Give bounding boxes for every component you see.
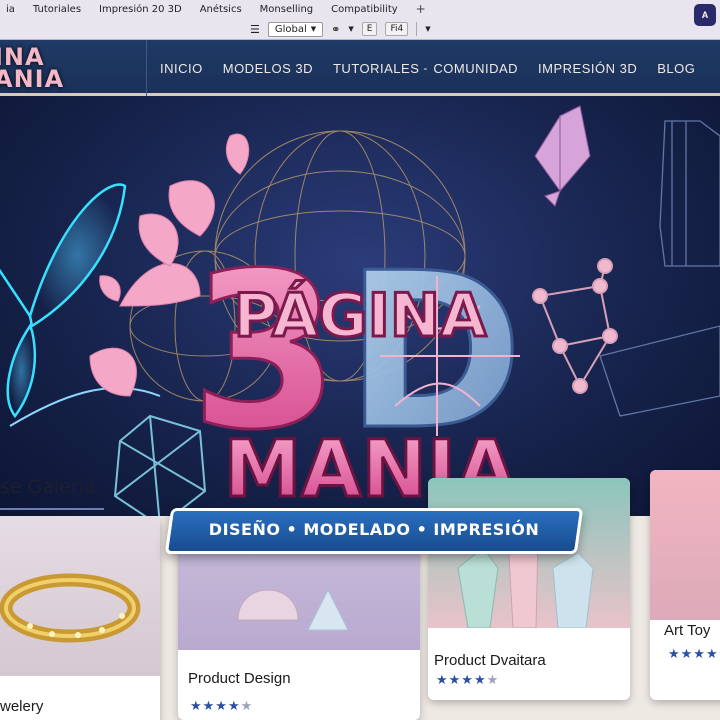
browser-toolbar: ☰ Global ▼ ⚭ ▼ E Fi4 ▼ — [250, 19, 431, 39]
scope-select-value: Global — [274, 23, 307, 35]
rating-stars: ★★★★★ — [668, 646, 720, 661]
site-navbar: INA ANIA INICIO MODELOS 3D TUTORIALES - … — [0, 40, 720, 96]
bookmark-compatibility[interactable]: Compatibility — [331, 4, 398, 15]
gallery-title: se Galeria — [0, 476, 96, 498]
nav-divider — [146, 40, 147, 96]
jewelry-thumbnail — [0, 516, 160, 676]
chevron-down-icon[interactable]: ▼ — [425, 25, 430, 33]
bookmark-impresion[interactable]: Impresión 20 3D — [99, 4, 182, 15]
toolbar-button-e[interactable]: E — [361, 22, 378, 36]
link-icon[interactable]: ⚭ — [331, 23, 340, 36]
menu-icon[interactable]: ☰ — [250, 23, 260, 36]
bookmark-item[interactable]: ia — [6, 4, 15, 15]
wireframe-building — [599, 120, 720, 417]
art-toy-thumbnail — [650, 470, 720, 620]
new-bookmark-button[interactable]: + — [416, 2, 426, 16]
main-nav: INICIO MODELOS 3D TUTORIALES - COMUNIDAD… — [158, 40, 705, 96]
card-label: welery — [0, 698, 44, 715]
origami-butterfly-icon — [534, 105, 591, 207]
chevron-down-icon[interactable]: ▼ — [348, 25, 353, 33]
toolbar-divider — [416, 22, 418, 36]
nav-item-impresion-3d[interactable]: IMPRESIÓN 3D — [528, 61, 647, 76]
nav-item-comunidad[interactable]: COMUNIDAD — [423, 61, 528, 76]
nav-item-modelos-3d[interactable]: MODELOS 3D — [213, 61, 323, 76]
profile-avatar[interactable]: A — [694, 4, 716, 26]
hero-tagline: DISEÑO • MODELADO • IMPRESIÓN — [208, 520, 540, 539]
logo-line-2: ANIA — [0, 65, 65, 93]
bookmark-anetsics[interactable]: Anétsics — [200, 4, 242, 15]
hero-banner: 3 D PÁGINA MANIA — [0, 96, 720, 516]
toolbar-button-fi4[interactable]: Fi4 — [385, 22, 409, 36]
light-streak — [9, 387, 161, 427]
rating-stars: ★★★★★ — [190, 698, 254, 713]
card-label: Product Dvaitara — [434, 652, 546, 669]
bookmark-tutoriales[interactable]: Tutoriales — [33, 4, 81, 15]
bookmarks-bar: ia Tutoriales Impresión 20 3D Anétsics M… — [0, 0, 720, 18]
chevron-down-icon: ▼ — [310, 25, 317, 33]
nav-item-tutoriales[interactable]: TUTORIALES — [323, 61, 429, 76]
nav-item-inicio[interactable]: INICIO — [158, 61, 213, 76]
card-label: Art Toy — [664, 622, 711, 639]
browser-chrome: ia Tutoriales Impresión 20 3D Anétsics M… — [0, 0, 720, 40]
gallery-card-jewelry[interactable]: welery — [0, 516, 160, 720]
screenshot-root: ia Tutoriales Impresión 20 3D Anétsics M… — [0, 0, 720, 720]
card-label: Product Design — [188, 670, 291, 687]
gallery-card-art-toy[interactable]: Art Toy ★★★★★ — [650, 470, 720, 700]
nav-item-blog[interactable]: BLOG — [647, 61, 705, 76]
rating-stars: ★★★★★ — [436, 672, 500, 687]
hero-title-top: PÁGINA — [233, 280, 487, 351]
molecule-model — [532, 258, 618, 394]
bookmark-monselling[interactable]: Monselling — [260, 4, 313, 15]
gallery-title-underline — [0, 508, 104, 510]
hero-illustration: 3 D PÁGINA MANIA — [0, 105, 720, 516]
site-logo[interactable]: INA ANIA — [0, 45, 84, 93]
scope-select[interactable]: Global ▼ — [267, 21, 324, 37]
